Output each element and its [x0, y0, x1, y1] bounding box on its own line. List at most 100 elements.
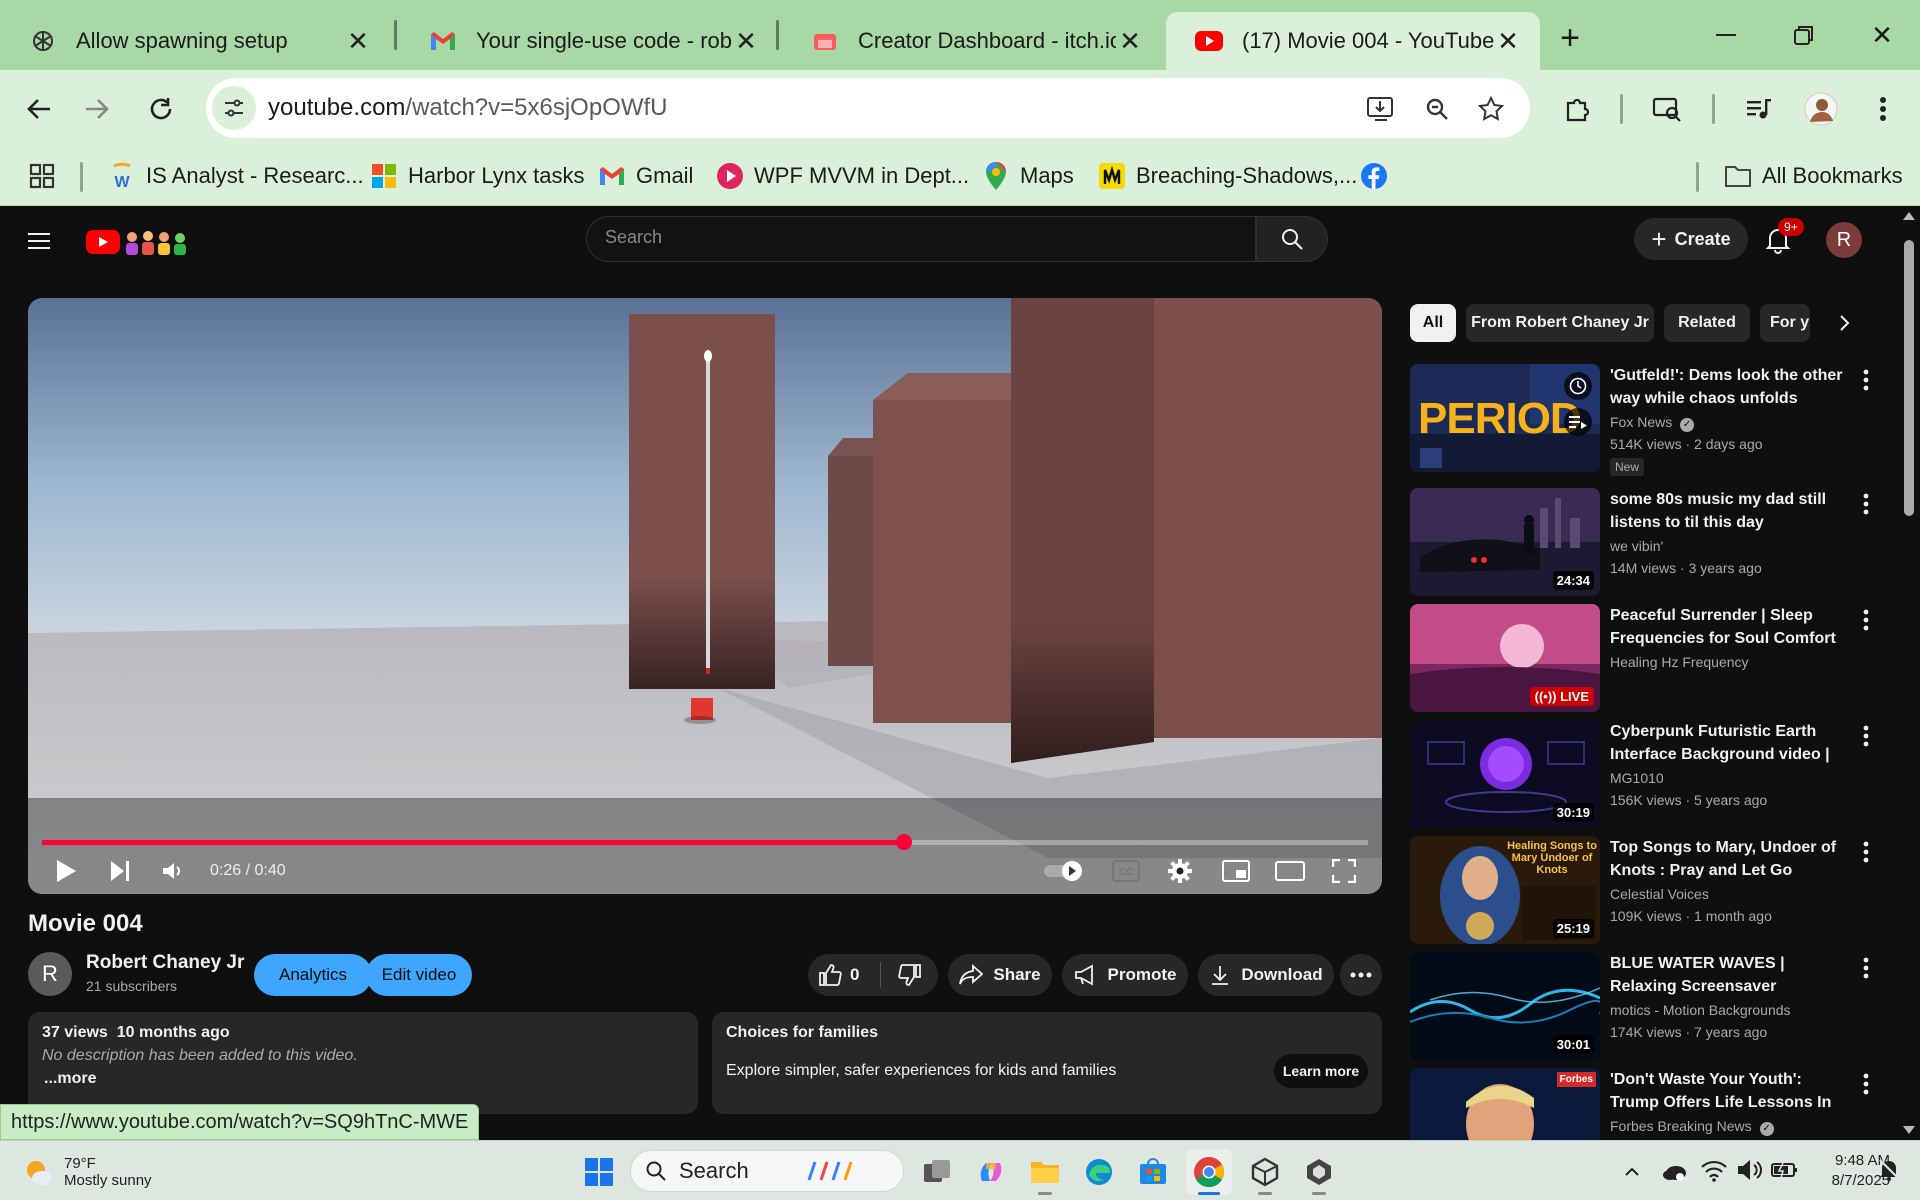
- close-window-button[interactable]: ✕: [1852, 10, 1912, 60]
- video-menu-button[interactable]: [1854, 838, 1878, 866]
- apps-grid-button[interactable]: [28, 158, 56, 194]
- tab-youtube-active[interactable]: (17) Movie 004 - YouTube ✕: [1166, 12, 1540, 70]
- show-more-link[interactable]: ...more: [44, 1070, 96, 1088]
- video-thumbnail[interactable]: 30:19: [1410, 720, 1600, 828]
- video-menu-button[interactable]: [1854, 366, 1878, 394]
- recommended-channel[interactable]: Healing Hz Frequency: [1610, 654, 1749, 670]
- chrome-button[interactable]: [1186, 1149, 1232, 1195]
- like-button[interactable]: 0: [818, 954, 878, 996]
- dislike-button[interactable]: [890, 954, 930, 996]
- task-view-button[interactable]: [914, 1149, 960, 1195]
- video-thumbnail[interactable]: 30:01: [1410, 952, 1600, 1060]
- bookmark-star-icon[interactable]: [1474, 92, 1508, 126]
- captions-button[interactable]: CC: [1106, 854, 1146, 888]
- recommended-video[interactable]: Forbes 'Don't Waste Your Youth': Trump O…: [1410, 1068, 1880, 1140]
- recommended-title[interactable]: Top Songs to Mary, Undoer of Knots : Pra…: [1610, 836, 1846, 882]
- learn-more-button[interactable]: Learn more: [1274, 1054, 1368, 1088]
- miniplayer-button[interactable]: [1216, 854, 1256, 888]
- store-button[interactable]: [1130, 1149, 1176, 1195]
- restore-button[interactable]: [1774, 10, 1834, 60]
- cast-search-button[interactable]: [1646, 88, 1688, 130]
- add-to-queue-icon[interactable]: [1564, 408, 1592, 436]
- reload-button[interactable]: [140, 88, 182, 130]
- account-avatar[interactable]: R: [1826, 222, 1862, 258]
- forward-button[interactable]: [76, 88, 118, 130]
- share-button[interactable]: Share: [948, 954, 1052, 996]
- weather-widget[interactable]: 79°F Mostly sunny: [20, 1149, 220, 1195]
- bookmark-breaching-shadows[interactable]: Breaching-Shadows,...: [1098, 158, 1357, 194]
- recommended-title[interactable]: some 80s music my dad still listens to t…: [1610, 488, 1846, 534]
- speaker-icon[interactable]: [1736, 1157, 1764, 1185]
- wifi-icon[interactable]: [1700, 1157, 1728, 1185]
- edit-video-button[interactable]: Edit video: [366, 954, 472, 996]
- bookmark-is-analyst[interactable]: W IS Analyst - Researc...: [108, 158, 364, 194]
- bookmark-wpf-mvvm[interactable]: WPF MVVM in Dept...: [716, 158, 969, 194]
- edge-button[interactable]: [1076, 1149, 1122, 1195]
- chips-next-button[interactable]: [1830, 308, 1860, 338]
- create-button[interactable]: + Create: [1634, 218, 1748, 260]
- all-bookmarks-button[interactable]: All Bookmarks: [1724, 158, 1903, 194]
- bookmark-maps[interactable]: Maps: [982, 158, 1074, 194]
- close-tab-icon[interactable]: ✕: [1494, 26, 1522, 56]
- autoplay-toggle[interactable]: [1042, 854, 1086, 888]
- watch-later-icon[interactable]: [1564, 372, 1592, 400]
- close-tab-icon[interactable]: ✕: [732, 26, 760, 56]
- bookmark-harbor-lynx[interactable]: Harbor Lynx tasks: [370, 158, 584, 194]
- recommended-channel[interactable]: Forbes Breaking News ✓: [1610, 1118, 1774, 1136]
- video-menu-button[interactable]: [1854, 1070, 1878, 1098]
- recommended-video[interactable]: 30:01 BLUE WATER WAVES | Relaxing Screen…: [1410, 952, 1880, 1062]
- search-input[interactable]: [605, 227, 1205, 248]
- minimize-button[interactable]: [1696, 10, 1756, 60]
- recommended-channel[interactable]: Fox News ✓: [1610, 414, 1695, 432]
- video-thumbnail[interactable]: ((•)) LIVE: [1410, 604, 1600, 712]
- scrubber-handle[interactable]: [895, 834, 912, 850]
- zoom-icon[interactable]: [1420, 92, 1454, 126]
- recommended-video[interactable]: 24:34 some 80s music my dad still listen…: [1410, 488, 1880, 598]
- video-menu-button[interactable]: [1854, 490, 1878, 518]
- youtube-logo[interactable]: [86, 226, 188, 258]
- address-bar[interactable]: youtube.com/watch?v=5x6sjOpOWfU: [206, 78, 1530, 138]
- chip-related[interactable]: Related: [1664, 304, 1750, 342]
- promote-button[interactable]: Promote: [1062, 954, 1188, 996]
- page-scrollbar[interactable]: [1898, 206, 1920, 1140]
- recommended-channel[interactable]: Celestial Voices: [1610, 886, 1709, 902]
- video-thumbnail[interactable]: 24:34: [1410, 488, 1600, 596]
- recommended-title[interactable]: Peaceful Surrender | Sleep Frequencies f…: [1610, 604, 1846, 650]
- description-box[interactable]: 37 views 10 months ago No description ha…: [28, 1012, 698, 1114]
- guide-menu-button[interactable]: [24, 226, 58, 260]
- video-menu-button[interactable]: [1854, 954, 1878, 982]
- chrome-menu-button[interactable]: [1862, 88, 1904, 130]
- video-menu-button[interactable]: [1854, 606, 1878, 634]
- recommended-video[interactable]: PERIOD 'Gutfeld!': Dems look the other w…: [1410, 364, 1880, 476]
- recommended-title[interactable]: 'Gutfeld!': Dems look the other way whil…: [1610, 364, 1846, 410]
- notification-center-icon[interactable]: [1876, 1157, 1904, 1185]
- unity-hub-button[interactable]: [1242, 1149, 1288, 1195]
- bookmark-gmail[interactable]: Gmail: [598, 158, 693, 194]
- profile-button[interactable]: [1800, 88, 1842, 130]
- bookmark-facebook[interactable]: [1360, 158, 1398, 194]
- media-controls-button[interactable]: [1738, 88, 1780, 130]
- recommended-title[interactable]: BLUE WATER WAVES | Relaxing Screensaver: [1610, 952, 1846, 998]
- channel-avatar[interactable]: R: [28, 952, 72, 996]
- unity-editor-button[interactable]: [1296, 1149, 1342, 1195]
- video-thumbnail[interactable]: PERIOD: [1410, 364, 1600, 472]
- new-tab-button[interactable]: +: [1548, 16, 1592, 60]
- url-text[interactable]: youtube.com/watch?v=5x6sjOpOWfU: [268, 94, 668, 122]
- close-tab-icon[interactable]: ✕: [344, 26, 372, 56]
- search-button[interactable]: [1256, 216, 1328, 262]
- back-button[interactable]: [18, 88, 60, 130]
- battery-icon[interactable]: [1770, 1157, 1798, 1185]
- tab-allow-spawning[interactable]: Allow spawning setup ✕: [0, 12, 390, 70]
- download-button[interactable]: Download: [1198, 954, 1334, 996]
- video-menu-button[interactable]: [1854, 722, 1878, 750]
- mute-button[interactable]: [152, 854, 192, 888]
- theater-mode-button[interactable]: [1270, 854, 1310, 888]
- video-thumbnail[interactable]: Forbes: [1410, 1068, 1600, 1140]
- tab-itch[interactable]: Creator Dashboard - itch.io ✕: [782, 12, 1162, 70]
- close-tab-icon[interactable]: ✕: [1116, 26, 1144, 56]
- file-explorer-button[interactable]: [1022, 1149, 1068, 1195]
- progress-bar[interactable]: [42, 834, 1368, 850]
- search-box[interactable]: [586, 216, 1256, 262]
- recommended-video[interactable]: ((•)) LIVE Peaceful Surrender | Sleep Fr…: [1410, 604, 1880, 714]
- recommended-title[interactable]: 'Don't Waste Your Youth': Trump Offers L…: [1610, 1068, 1846, 1114]
